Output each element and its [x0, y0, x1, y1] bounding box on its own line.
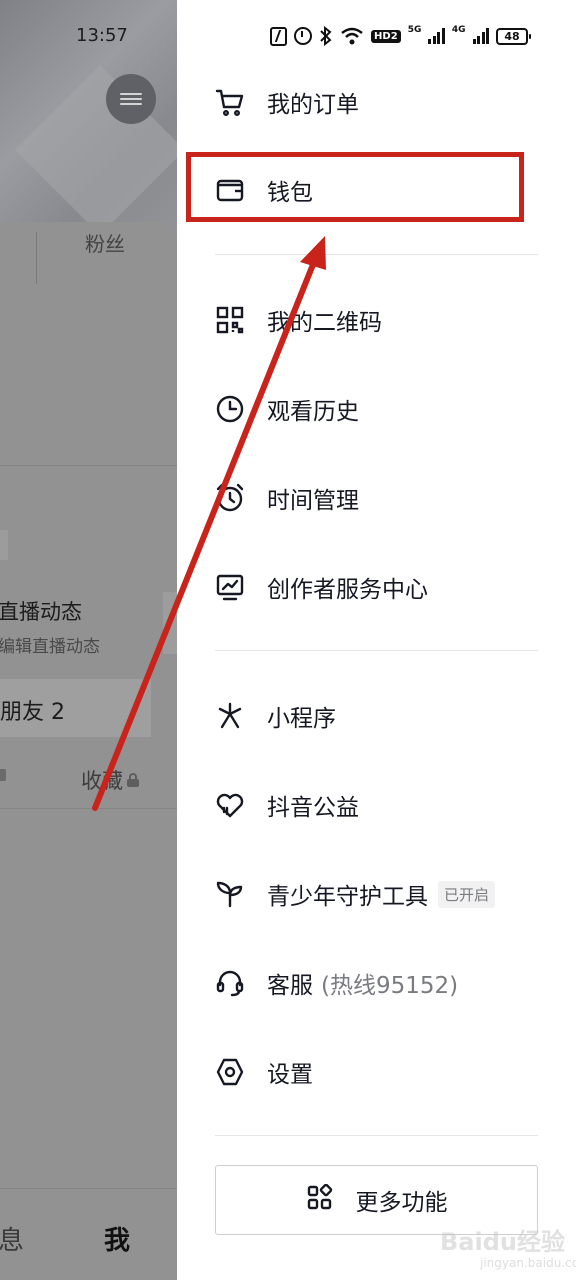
annotation-arrow [92, 236, 326, 811]
watermark-sub: jingyan.baidu.com [480, 1256, 576, 1270]
watermark: Baidu经验 [440, 1228, 565, 1256]
